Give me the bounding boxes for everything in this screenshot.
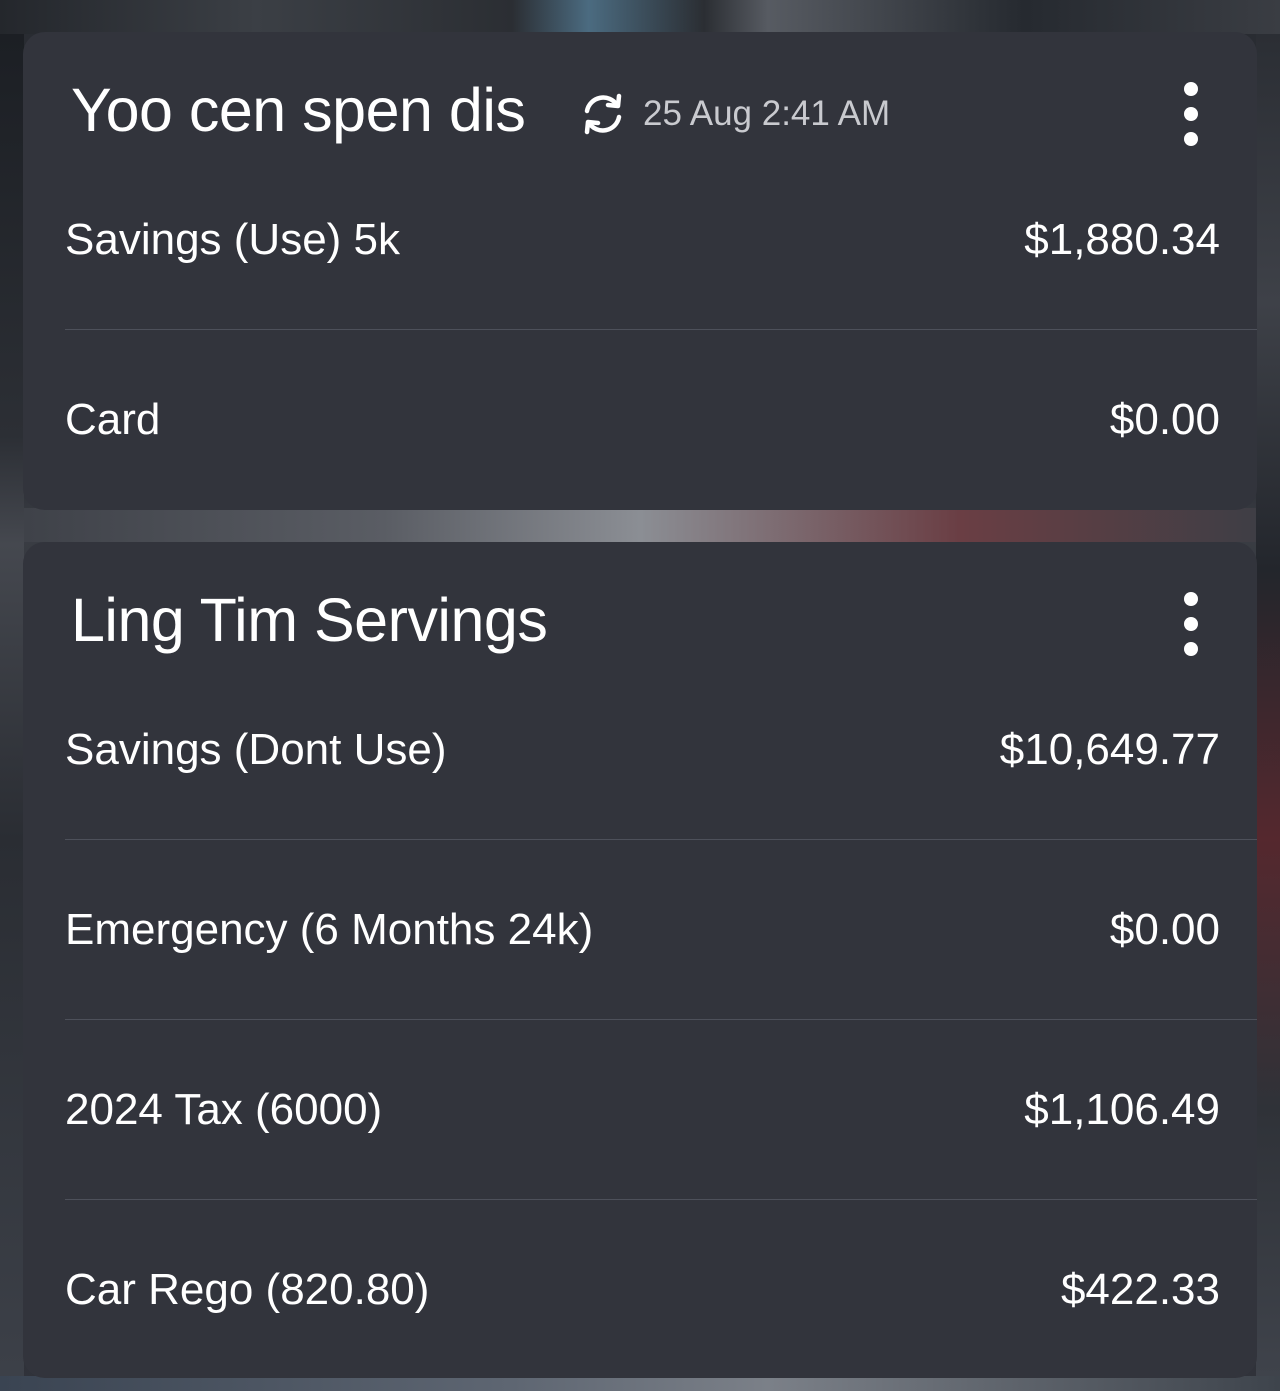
menu-dot [1184,107,1198,121]
background-photo-right [1256,34,1280,1376]
account-name: Car Rego (820.80) [65,1264,430,1314]
last-sync-time: 25 Aug 2:41 AM [643,94,891,133]
account-row-card[interactable]: Card $0.00 [65,330,1257,509]
widget-header: Ling Tim Servings [23,542,1257,660]
account-row-tax[interactable]: 2024 Tax (6000) $1,106.49 [65,1020,1257,1200]
sync-status[interactable]: 25 Aug 2:41 AM [575,84,890,144]
background-photo-left [0,34,24,1376]
account-row-car-rego[interactable]: Car Rego (820.80) $422.33 [65,1200,1257,1379]
menu-dot [1184,592,1198,606]
refresh-icon[interactable] [575,86,631,142]
widget-title: Yoo cen spen dis [71,76,526,144]
account-balance: $1,106.49 [1024,1084,1220,1134]
account-row-emergency[interactable]: Emergency (6 Months 24k) $0.00 [65,840,1257,1020]
account-balance: $422.33 [1060,1264,1220,1314]
account-row-savings-use[interactable]: Savings (Use) 5k $1,880.34 [65,150,1257,330]
account-name: Savings (Dont Use) [65,724,447,774]
background-photo-middle [0,508,1280,542]
balance-widget-savings: Ling Tim Servings Savings (Dont Use) $10… [23,542,1257,1378]
account-balance: $0.00 [1109,904,1220,954]
account-row-savings-dont-use[interactable]: Savings (Dont Use) $10,649.77 [65,660,1257,840]
account-balance: $10,649.77 [999,724,1220,774]
menu-dot [1184,617,1198,631]
account-balance: $1,880.34 [1024,214,1220,264]
more-vertical-icon[interactable] [1171,592,1211,656]
account-name: Savings (Use) 5k [65,214,401,264]
account-balance: $0.00 [1109,394,1220,444]
widget-title: Ling Tim Servings [71,586,548,654]
background-photo-top [0,0,1280,34]
menu-dot [1184,82,1198,96]
account-name: Emergency (6 Months 24k) [65,904,594,954]
menu-dot [1184,642,1198,656]
balance-widget-spending: Yoo cen spen dis 25 Aug 2:41 AM Savings … [23,32,1257,510]
menu-dot [1184,132,1198,146]
more-vertical-icon[interactable] [1171,82,1211,146]
account-name: Card [65,394,161,444]
widget-header: Yoo cen spen dis 25 Aug 2:41 AM [23,32,1257,150]
account-name: 2024 Tax (6000) [65,1084,383,1134]
